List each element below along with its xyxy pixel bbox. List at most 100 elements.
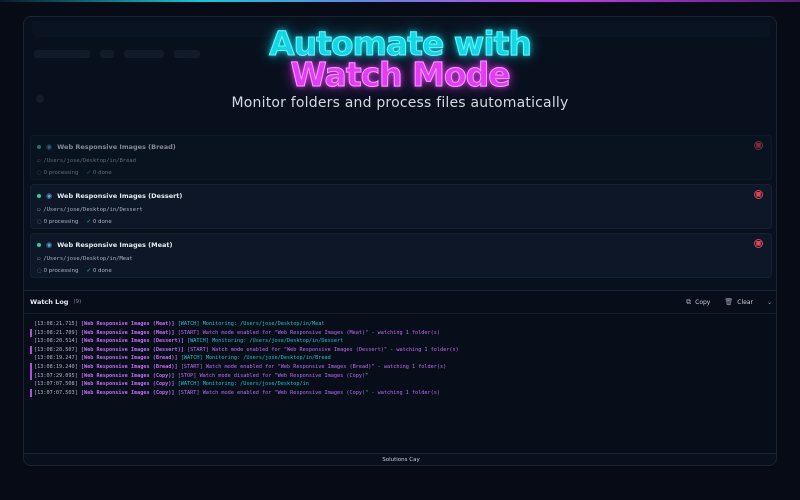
watcher-name: Web Responsive Images (Bread)	[57, 143, 176, 151]
log-source: [Web Responsive Images (Meat)]	[80, 329, 175, 336]
done-stat: ✓ 0 done	[86, 170, 111, 176]
log-tag: [WATCH]	[177, 381, 200, 388]
log-entry: [13:08:19.247] [Web Responsive Images (B…	[30, 354, 772, 363]
log-source: [Web Responsive Images (Bread)]	[80, 363, 178, 370]
trash-icon: 🗑	[724, 298, 734, 306]
log-tag: [STOP]	[177, 372, 197, 379]
spinner-icon: ◌	[37, 170, 42, 176]
log-source: [Web Responsive Images (Copy)]	[80, 381, 175, 388]
watch-log-title: Watch Log	[30, 298, 69, 306]
app-window: ◉ Web Responsive Images (Bread) ■ ▭/Users/j…	[23, 16, 777, 466]
top-accent-line	[0, 0, 800, 2]
processing-stat: ◌ 0 processing	[37, 219, 78, 225]
watcher-list: ◉ Web Responsive Images (Bread) ■ ▭/Users/j…	[30, 135, 772, 282]
chevron-down-icon[interactable]: ⌄	[767, 299, 772, 306]
done-stat: ✓ 0 done	[86, 268, 111, 274]
divider	[24, 313, 776, 314]
watcher-stats: ◌ 0 processing ✓ 0 done	[37, 268, 120, 274]
footer-text: Solutions Cay	[382, 457, 420, 463]
log-entry: [13:07:07.503] [Web Responsive Images (C…	[30, 388, 772, 398]
log-entry: [13:08:21.709] [Web Responsive Images (M…	[30, 328, 772, 338]
background-icon	[36, 95, 44, 103]
watcher-item[interactable]: ◉ Web Responsive Images (Bread) ■ ▭/Users/j…	[30, 135, 772, 180]
log-tag: [WATCH]	[187, 338, 209, 345]
folder-icon: ▭	[37, 158, 41, 164]
status-dot	[37, 194, 41, 198]
check-circle-icon: ✓	[86, 268, 92, 274]
copy-button[interactable]: ⧉ Copy	[686, 298, 710, 307]
copy-label: Copy	[695, 298, 711, 306]
watcher-path-text: /Users/jose/Desktop/in/Meat	[43, 256, 133, 262]
log-message: Watch mode enabled for "Web Responsive I…	[202, 329, 441, 336]
log-timestamp: [13:08:20.507]	[34, 346, 78, 353]
watcher-header: ◉ Web Responsive Images (Bread)	[37, 143, 176, 151]
status-dot	[37, 243, 41, 247]
processing-stat: ◌ 0 processing	[37, 268, 78, 274]
done-count: 0 done	[92, 268, 112, 274]
log-tag: [START]	[177, 389, 200, 396]
log-entry: [13:07:07.508] [Web Responsive Images (C…	[30, 380, 772, 389]
watcher-header: ◉ Web Responsive Images (Meat)	[37, 241, 173, 249]
log-message: Monitoring: /Users/jose/Desktop/in	[202, 381, 309, 388]
watcher-item[interactable]: ◉ Web Responsive Images (Dessert) ■ ▭/Users…	[30, 184, 772, 229]
log-timestamp: [13:08:19.247]	[34, 355, 78, 362]
watcher-stats: ◌ 0 processing ✓ 0 done	[37, 219, 120, 225]
log-message: Watch mode disabled for "Web Responsive …	[199, 372, 369, 379]
folder-icon: ▭	[37, 207, 41, 213]
processing-stat: ◌ 0 processing	[37, 170, 78, 176]
log-source: [Web Responsive Images (Meat)]	[80, 321, 175, 327]
stop-circle-icon[interactable]: ■	[754, 141, 763, 150]
log-timestamp: [13:07:29.095]	[34, 372, 78, 379]
watcher-name: Web Responsive Images (Dessert)	[57, 192, 183, 200]
copy-icon: ⧉	[686, 297, 692, 306]
log-entry: [13:08:20.507] [Web Responsive Images (D…	[30, 345, 772, 355]
log-tag: [WATCH]	[180, 355, 203, 362]
footer: Solutions Cay	[24, 453, 776, 465]
log-message: Monitoring: /Users/jose/Desktop/in/Bread	[205, 355, 331, 362]
log-source: [Web Responsive Images (Copy)]	[80, 372, 175, 379]
background-tabs	[34, 43, 334, 58]
log-message: Monitoring: /Users/jose/Desktop/in/Desse…	[212, 338, 344, 345]
log-source: [Web Responsive Images (Dessert)]	[80, 338, 184, 345]
log-tag: [START]	[177, 329, 200, 336]
eye-icon: ◉	[46, 143, 53, 151]
check-circle-icon: ✓	[86, 219, 92, 225]
watcher-name: Web Responsive Images (Meat)	[57, 241, 173, 249]
done-count: 0 done	[92, 170, 112, 176]
watch-log-count: (9)	[73, 299, 82, 305]
clear-button[interactable]: 🗑 Clear	[724, 298, 753, 306]
log-message: Watch mode enabled for "Web Responsive I…	[212, 346, 459, 353]
background-titlebar	[32, 21, 770, 37]
watcher-stats: ◌ 0 processing ✓ 0 done	[37, 170, 120, 176]
eye-icon: ◉	[46, 241, 53, 249]
log-timestamp: [13:08:21.709]	[34, 329, 78, 336]
watcher-item[interactable]: ◉ Web Responsive Images (Meat) ■ ▭/Users/jo…	[30, 233, 772, 278]
stop-circle-icon[interactable]: ■	[754, 239, 763, 248]
check-circle-icon: ✓	[86, 170, 92, 176]
log-tag: [WATCH]	[177, 321, 200, 327]
log-entry: [13:08:19.240] [Web Responsive Images (B…	[30, 362, 772, 372]
log-source: [Web Responsive Images (Copy)]	[80, 389, 175, 396]
eye-icon: ◉	[46, 192, 53, 200]
log-tag: [START]	[180, 363, 203, 370]
log-timestamp: [13:08:19.240]	[34, 363, 78, 370]
watch-log-header: Watch Log (9) ⧉ Copy 🗑 Clear ⌄	[30, 296, 772, 308]
log-source: [Web Responsive Images (Dessert)]	[80, 346, 184, 353]
done-count: 0 done	[92, 219, 112, 225]
log-message: Watch mode enabled for "Web Responsive I…	[202, 389, 441, 396]
log-tag: [START]	[187, 346, 209, 353]
watcher-path: ▭/Users/jose/Desktop/in/Bread	[37, 158, 136, 164]
done-stat: ✓ 0 done	[86, 219, 111, 225]
log-message: Monitoring: /Users/jose/Desktop/in/Meat	[202, 321, 325, 327]
log-source: [Web Responsive Images (Bread)]	[80, 355, 178, 362]
log-lines: [13:08:21.715] [Web Responsive Images (M…	[30, 320, 772, 397]
spinner-icon: ◌	[37, 219, 42, 225]
stop-circle-icon[interactable]: ■	[754, 190, 763, 199]
watcher-header: ◉ Web Responsive Images (Dessert)	[37, 192, 182, 200]
watcher-path-text: /Users/jose/Desktop/in/Dessert	[43, 207, 143, 213]
watcher-path-text: /Users/jose/Desktop/in/Bread	[43, 158, 137, 164]
watch-log-panel: Watch Log (9) ⧉ Copy 🗑 Clear ⌄ [13:08:21…	[24, 290, 776, 453]
log-timestamp: [13:07:07.508]	[34, 381, 78, 388]
processing-count: 0 processing	[43, 268, 79, 274]
processing-count: 0 processing	[43, 219, 79, 225]
